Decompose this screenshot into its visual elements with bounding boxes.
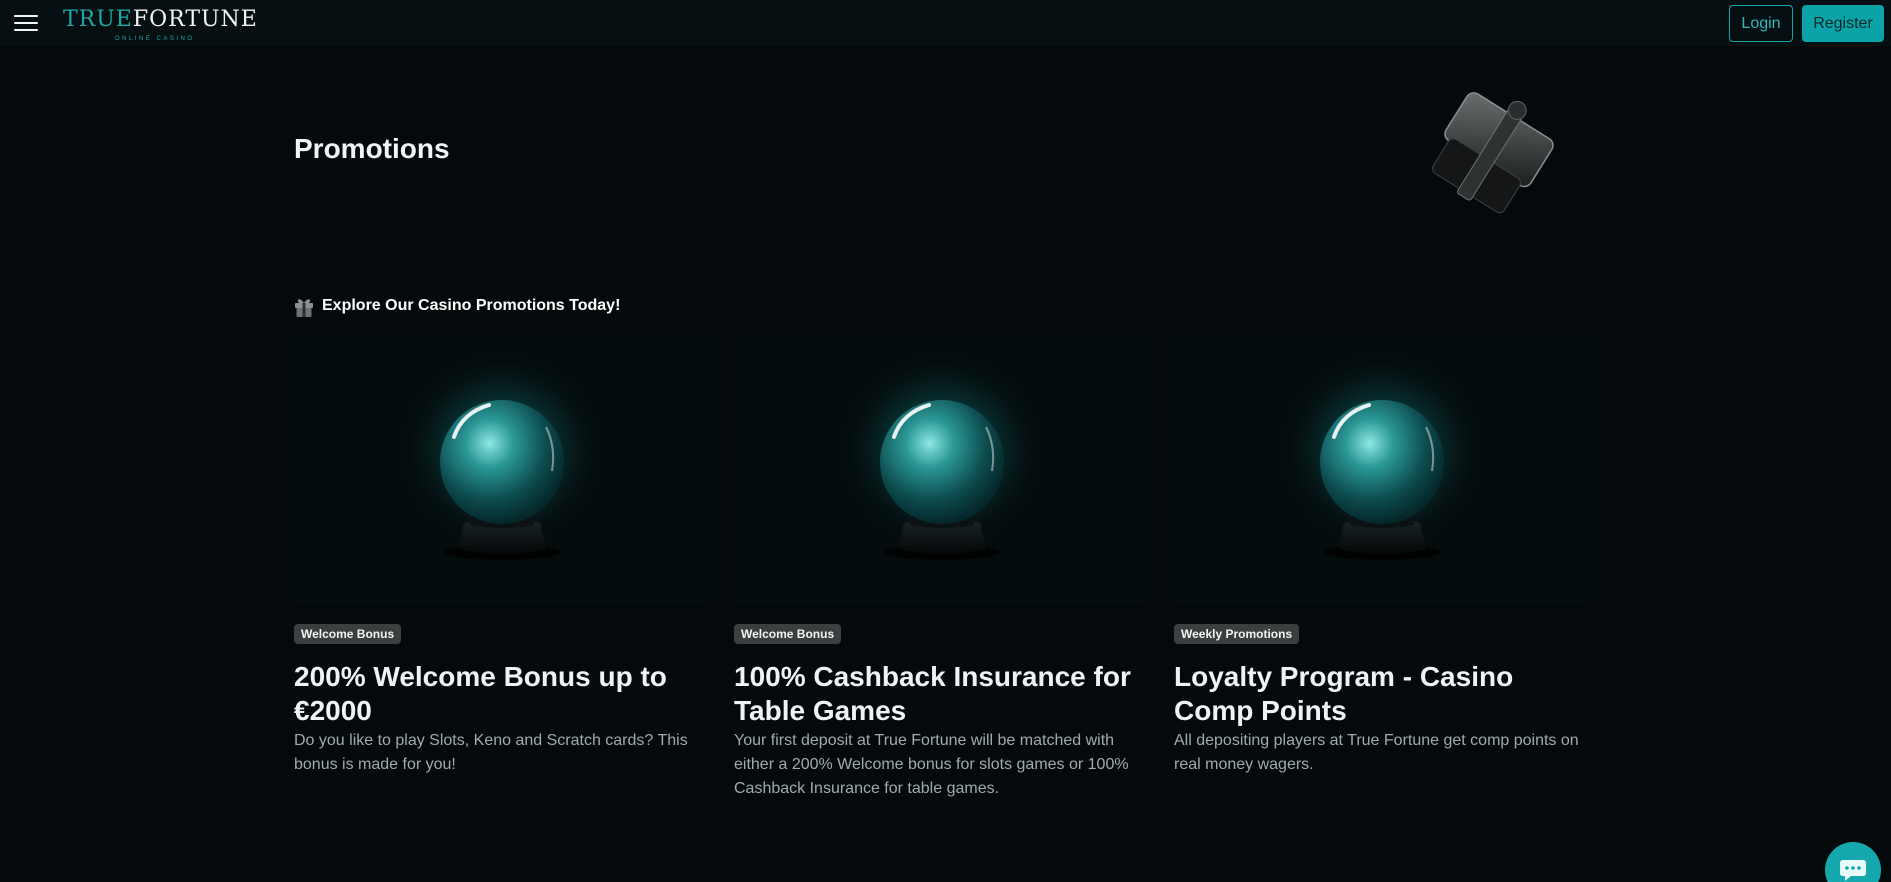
live-chat-button[interactable] — [1825, 842, 1881, 882]
logo-wordmark: TRUEFORTUNE — [63, 7, 258, 32]
promotion-category-badge: Welcome Bonus — [734, 624, 842, 644]
login-button[interactable]: Login — [1729, 5, 1793, 42]
gift-box-icon — [1432, 92, 1554, 214]
promotion-image[interactable] — [294, 335, 710, 603]
top-navigation-bar: TRUEFORTUNE ONLINE CASINO Login Register — [0, 0, 1891, 46]
promotion-description: Do you like to play Slots, Keno and Scra… — [294, 732, 688, 773]
menu-icon[interactable] — [14, 12, 38, 34]
promotion-description: Your first deposit at True Fortune will … — [734, 732, 1129, 797]
promotion-image[interactable] — [734, 335, 1150, 603]
promotion-title[interactable]: Loyalty Program - Casino Comp Points — [1174, 660, 1590, 728]
crystal-ball-icon — [397, 350, 607, 560]
gift-icon — [295, 299, 313, 317]
logo-tagline: ONLINE CASINO — [115, 36, 195, 42]
promotion-title[interactable]: 200% Welcome Bonus up to €2000 — [294, 660, 710, 728]
crystal-ball-icon — [837, 350, 1047, 560]
section-heading-text: Explore Our Casino Promotions Today! — [322, 297, 621, 314]
register-button[interactable]: Register — [1802, 5, 1884, 42]
page-title: Promotions — [294, 133, 450, 164]
chat-bubble-icon — [1840, 860, 1866, 881]
promotion-image[interactable] — [1174, 335, 1590, 603]
promotion-title[interactable]: 100% Cashback Insurance for Table Games — [734, 660, 1150, 728]
promotion-description: All depositing players at True Fortune g… — [1174, 732, 1579, 773]
promotion-category-badge: Weekly Promotions — [1174, 624, 1300, 644]
crystal-ball-icon — [1277, 350, 1487, 560]
promotion-category-badge: Welcome Bonus — [294, 624, 402, 644]
site-logo[interactable]: TRUEFORTUNE ONLINE CASINO — [63, 7, 258, 46]
